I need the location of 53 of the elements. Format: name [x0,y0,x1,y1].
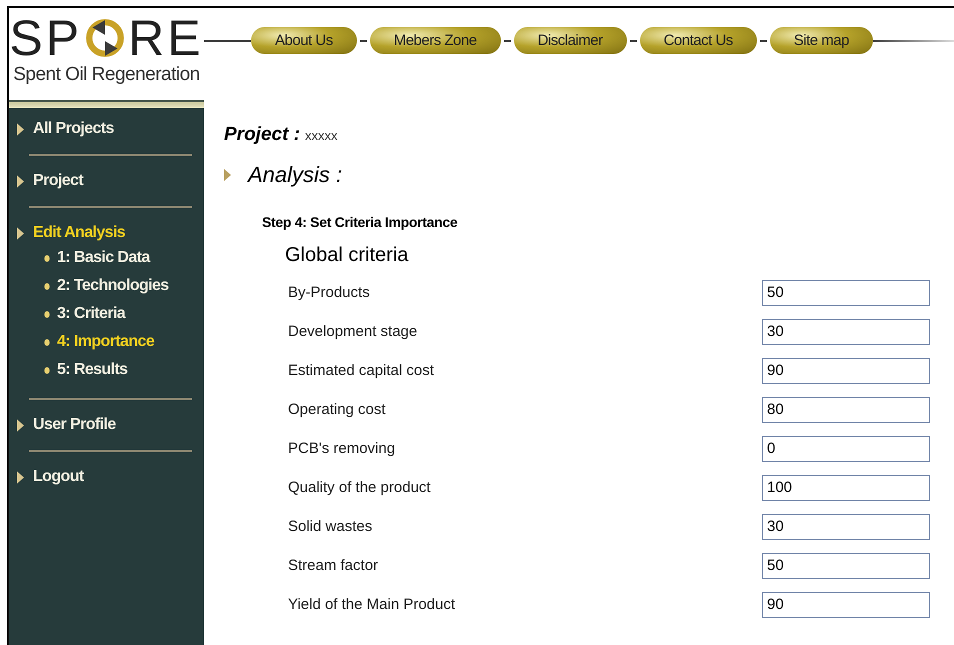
bullet-icon [44,254,50,262]
logo-tagline: Spent Oil Regeneration [13,64,200,86]
triangle-icon [17,226,24,240]
sidebar-item[interactable]: Edit Analysis [33,224,126,242]
criterion-label: Yield of the Main Product [288,596,456,613]
triangle-icon [17,418,24,432]
criterion-label: Stream factor [288,557,378,574]
input-field[interactable]: 50 [762,280,930,306]
sidebar-subitem[interactable]: 3: Criteria [57,305,126,323]
sidebar-item[interactable]: Logout [33,468,84,486]
criterion-label: Quality of the product [288,479,431,496]
criterion-label: Operating cost [288,401,386,418]
nav-button[interactable]: About Us [251,27,357,54]
project-label: Project : [224,124,300,146]
sidebar-subitem[interactable]: 1: Basic Data [57,249,150,267]
sidebar-subitem[interactable]: 2: Technologies [57,277,169,295]
nav-button[interactable]: Mebers Zone [370,27,501,54]
step-heading: Step 4: Set Criteria Importance [262,214,458,230]
section-heading: Analysis : [248,162,342,188]
criterion-label: PCB's removing [288,440,396,457]
bullet-icon [44,310,50,318]
triangle-icon [17,174,24,188]
sidebar-subitem[interactable]: 5: Results [57,361,128,379]
input-field[interactable]: 80 [762,396,930,422]
input-field[interactable]: 30 [762,318,930,344]
nav-button[interactable]: Contact Us [640,27,757,54]
sidebar-item[interactable]: User Profile [33,416,116,434]
triangle-icon [224,168,231,182]
input-field[interactable]: 90 [762,592,930,618]
sidebar-item[interactable]: All Projects [33,120,114,138]
input-field[interactable]: 50 [762,552,930,578]
project-name: xxxxx [305,128,338,143]
criterion-label: Estimated capital cost [288,362,434,379]
sidebar-item[interactable]: Project [33,172,84,190]
input-field[interactable]: 30 [762,514,930,540]
input-field[interactable]: 90 [762,358,930,384]
group-title: Global criteria [285,244,410,267]
sidebar-subitem[interactable]: 4: Importance [57,333,154,351]
triangle-icon [17,470,24,484]
logo-text: RE [128,12,204,64]
input-field[interactable]: 100 [762,474,930,500]
bullet-icon [44,366,50,374]
criterion-label: Development stage [288,323,418,340]
criterion-label: By-Products [288,284,370,301]
input-field[interactable]: 0 [762,436,930,462]
bullet-icon [44,338,50,346]
nav-button[interactable]: Site map [770,27,873,54]
bullet-icon [44,282,50,290]
nav-button[interactable]: Disclaimer [514,27,627,54]
criterion-label: Solid wastes [288,518,372,535]
triangle-icon [17,122,24,136]
recycle-icon [84,17,126,59]
logo-text: SP [9,12,82,64]
